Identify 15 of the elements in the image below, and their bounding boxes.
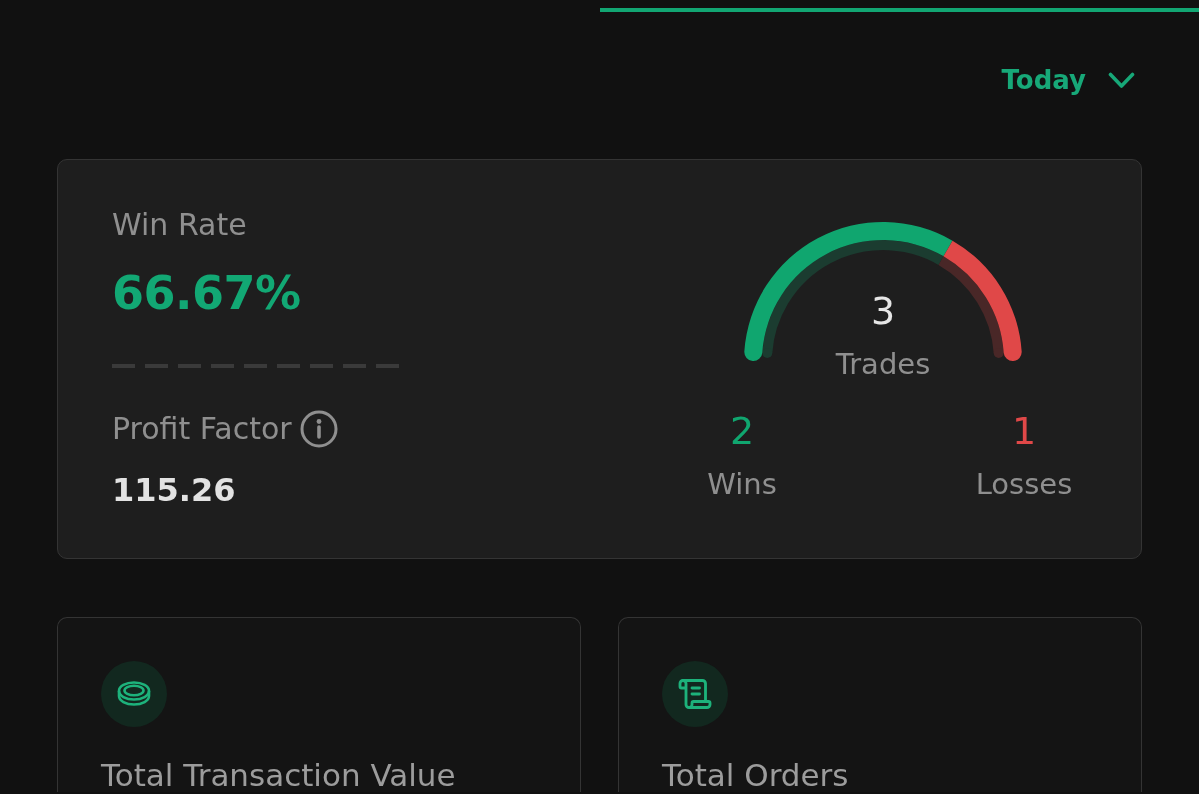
summary-card-title: Total Orders (662, 759, 850, 791)
trades-total: 3 (870, 289, 896, 333)
profit-factor-label: Profit Factor (112, 410, 292, 448)
result-label: Wins (707, 467, 777, 501)
summary-card-title: Total Transaction Value (101, 759, 457, 791)
period-dropdown[interactable]: Today (1001, 64, 1135, 96)
result-label: Losses (975, 467, 1073, 501)
trades-label: Trades (835, 347, 931, 381)
info-icon[interactable] (299, 410, 338, 448)
result-count: 1 (1011, 409, 1037, 453)
profit-factor-value: 115.26 (112, 470, 236, 510)
win-rate-value: 66.67% (112, 266, 301, 320)
result-count: 2 (729, 409, 755, 453)
win-rate-label: Win Rate (112, 208, 247, 242)
chevron-down-icon (1108, 71, 1135, 89)
